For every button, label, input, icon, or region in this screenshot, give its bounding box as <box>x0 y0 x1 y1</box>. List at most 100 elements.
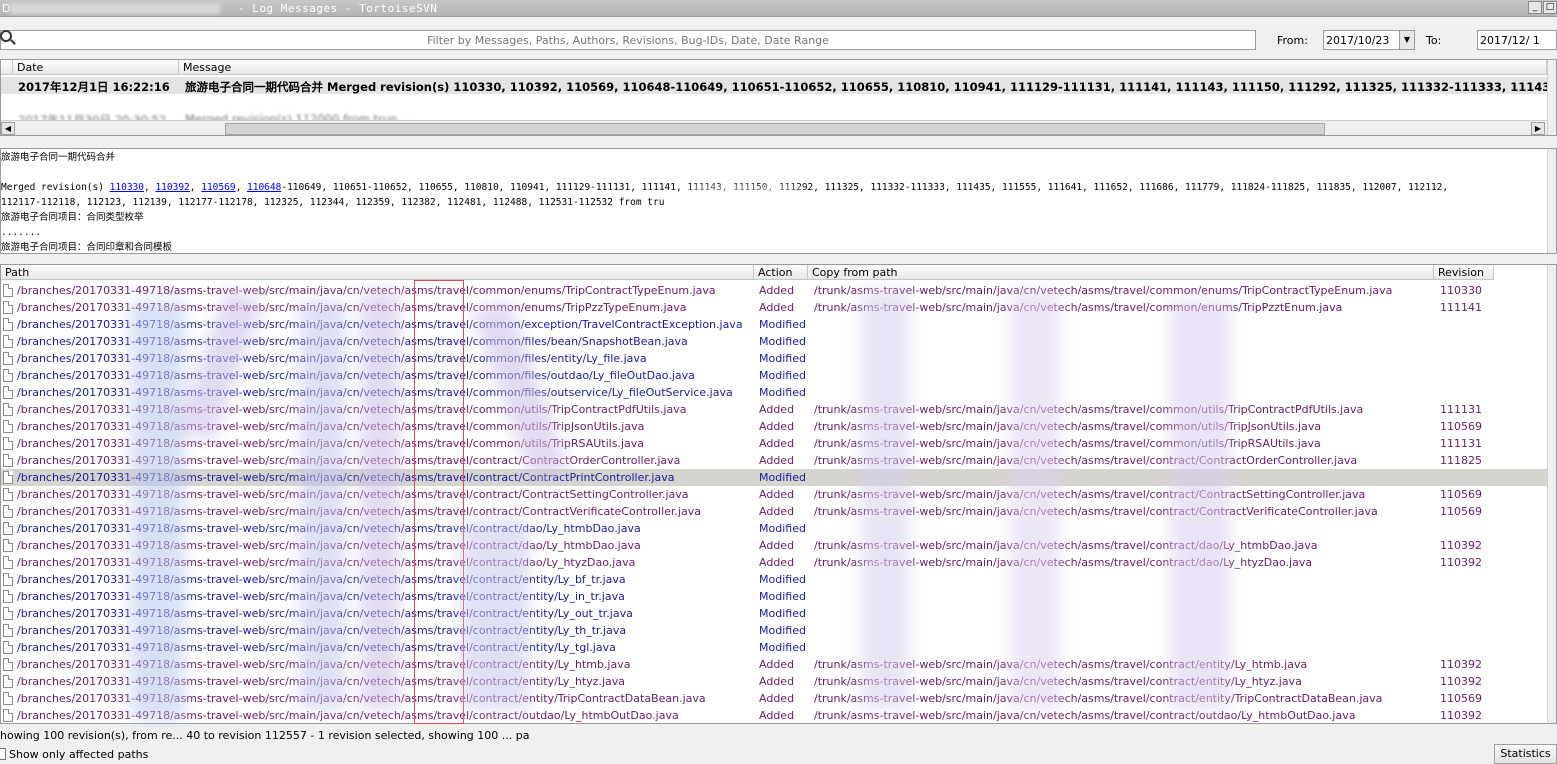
scroll-left-icon[interactable]: ◀ <box>1 122 15 135</box>
vertical-scrollbar[interactable] <box>1547 60 1556 135</box>
path-row[interactable]: /branches/20170331-49718/asms-travel-web… <box>1 605 1547 622</box>
file-icon <box>3 369 13 382</box>
vertical-scrollbar[interactable] <box>1547 149 1556 253</box>
status-summary: howing 100 revision(s), from re... 40 to… <box>0 729 530 742</box>
action-cell: Modified <box>759 624 806 637</box>
log-line-item: 旅游电子合同项目：合同印章和合同模板 <box>1 242 173 253</box>
file-icon <box>3 590 13 603</box>
redacted-title <box>10 3 220 14</box>
action-cell: Added <box>759 709 795 722</box>
maximize-button[interactable]: □ <box>1543 1 1557 14</box>
from-date-picker[interactable]: 2017/10/23 ▼ <box>1323 30 1415 50</box>
highlight-box <box>414 280 464 724</box>
file-icon <box>3 709 13 722</box>
smudge <box>860 290 910 710</box>
revision-cell: 111131 <box>1440 437 1482 450</box>
file-icon <box>3 454 13 467</box>
filter-input[interactable] <box>0 30 1256 50</box>
path-row[interactable]: /branches/20170331-49718/asms-travel-web… <box>1 435 1547 452</box>
revision-link[interactable]: 110569 <box>201 182 235 193</box>
column-header-arrow[interactable] <box>1 60 13 75</box>
file-icon <box>3 318 13 331</box>
action-cell: Modified <box>759 335 806 348</box>
chevron-down-icon[interactable]: ▼ <box>1399 31 1414 49</box>
revision-cell: 110392 <box>1440 539 1482 552</box>
scroll-thumb[interactable] <box>225 123 1325 135</box>
path-row[interactable]: /branches/20170331-49718/asms-travel-web… <box>1 622 1547 639</box>
revision-cell: 111131 <box>1440 403 1482 416</box>
path-row[interactable]: /branches/20170331-49718/asms-travel-web… <box>1 486 1547 503</box>
file-icon <box>3 641 13 654</box>
minimize-button[interactable]: _ <box>1528 1 1542 14</box>
file-icon <box>3 437 13 450</box>
revision-cell: 110392 <box>1440 556 1482 569</box>
revision-link[interactable]: 110648 <box>247 182 281 193</box>
action-cell: Added <box>759 488 795 501</box>
column-header-revision[interactable]: Revision <box>1434 265 1494 280</box>
action-cell: Modified <box>759 318 806 331</box>
column-header-path[interactable]: Path <box>1 265 754 280</box>
path-row[interactable]: /branches/20170331-49718/asms-travel-web… <box>1 537 1547 554</box>
column-header-date[interactable]: Date <box>13 60 179 75</box>
action-cell: Added <box>759 301 795 314</box>
action-cell: Added <box>759 284 795 297</box>
file-icon <box>3 573 13 586</box>
action-cell: Added <box>759 403 795 416</box>
path-row[interactable]: /branches/20170331-49718/asms-travel-web… <box>1 707 1547 723</box>
revision-cell: 110569 <box>1440 488 1482 501</box>
vertical-scrollbar[interactable] <box>1547 265 1556 723</box>
revision-link[interactable]: 110392 <box>155 182 189 193</box>
log-line-ellipsis: ....... <box>1 227 42 238</box>
log-line-title: 旅游电子合同一期代码合并 <box>1 152 116 163</box>
column-header-message[interactable]: Message <box>179 60 1547 75</box>
revision-link[interactable]: 110330 <box>110 182 144 193</box>
path-row[interactable]: /branches/20170331-49718/asms-travel-web… <box>1 401 1547 418</box>
search-icon[interactable] <box>0 30 12 42</box>
scroll-right-icon[interactable]: ▶ <box>1531 122 1545 135</box>
path-row[interactable]: /branches/20170331-49718/asms-travel-web… <box>1 690 1547 707</box>
path-row[interactable]: /branches/20170331-49718/asms-travel-web… <box>1 571 1547 588</box>
action-cell: Modified <box>759 369 806 382</box>
path-row[interactable]: /branches/20170331-49718/asms-travel-web… <box>1 469 1547 486</box>
path-row[interactable]: /branches/20170331-49718/asms-travel-web… <box>1 656 1547 673</box>
smudge <box>460 520 530 710</box>
path-row[interactable]: /branches/20170331-49718/asms-travel-web… <box>1 418 1547 435</box>
to-date-picker[interactable]: 2017/12/ 1 <box>1477 30 1557 50</box>
path-row[interactable]: /branches/20170331-49718/asms-travel-web… <box>1 673 1547 690</box>
revision-list[interactable]: Date Message 2017年12月1日 16:22:16 旅游电子合同一… <box>0 59 1557 136</box>
column-header-action[interactable]: Action <box>754 265 808 280</box>
path-row[interactable]: /branches/20170331-49718/asms-travel-web… <box>1 588 1547 605</box>
path-row[interactable]: /branches/20170331-49718/asms-travel-web… <box>1 520 1547 537</box>
path-row[interactable]: /branches/20170331-49718/asms-travel-web… <box>1 554 1547 571</box>
path-row[interactable]: /branches/20170331-49718/asms-travel-web… <box>1 503 1547 520</box>
file-icon <box>3 539 13 552</box>
path-row[interactable]: /branches/20170331-49718/asms-travel-web… <box>1 452 1547 469</box>
affected-paths-label: Show only affected paths <box>9 748 149 761</box>
log-line-merged-cont: 112117-112118, 112123, 112139, 112177-11… <box>1 197 665 208</box>
path-cell: /branches/20170331-49718/asms-travel-web… <box>17 301 687 314</box>
path-cell: /branches/20170331-49718/asms-travel-web… <box>17 369 695 382</box>
path-cell: /branches/20170331-49718/asms-travel-web… <box>17 471 675 484</box>
smudge <box>1010 290 1060 710</box>
from-label: From: <box>1277 34 1308 47</box>
merged-prefix: Merged revision(s) <box>1 182 110 193</box>
file-icon <box>3 471 13 484</box>
revision-row[interactable]: 2017年12月1日 16:22:16 旅游电子合同一期代码合并 Merged … <box>1 77 1556 94</box>
horizontal-scrollbar[interactable]: ◀ ▶ <box>1 120 1547 135</box>
smudge <box>690 190 800 210</box>
to-date-value: 2017/12/ 1 <box>1480 34 1540 47</box>
path-row[interactable]: /branches/20170331-49718/asms-travel-web… <box>1 639 1547 656</box>
affected-paths-checkbox[interactable] <box>0 748 6 760</box>
column-header-copy-from[interactable]: Copy from path <box>808 265 1434 280</box>
revision-cell: 111141 <box>1440 301 1482 314</box>
action-cell: Added <box>759 420 795 433</box>
statistics-button[interactable]: Statistics <box>1494 744 1557 764</box>
status-bar: howing 100 revision(s), from re... 40 to… <box>0 726 1557 764</box>
revision-message: 旅游电子合同一期代码合并 Merged revision(s) 110330, … <box>185 80 1556 94</box>
path-cell: /branches/20170331-49718/asms-travel-web… <box>17 454 681 467</box>
action-cell: Added <box>759 692 795 705</box>
file-icon <box>3 420 13 433</box>
file-icon <box>3 301 13 314</box>
action-cell: Modified <box>759 471 806 484</box>
action-cell: Modified <box>759 590 806 603</box>
